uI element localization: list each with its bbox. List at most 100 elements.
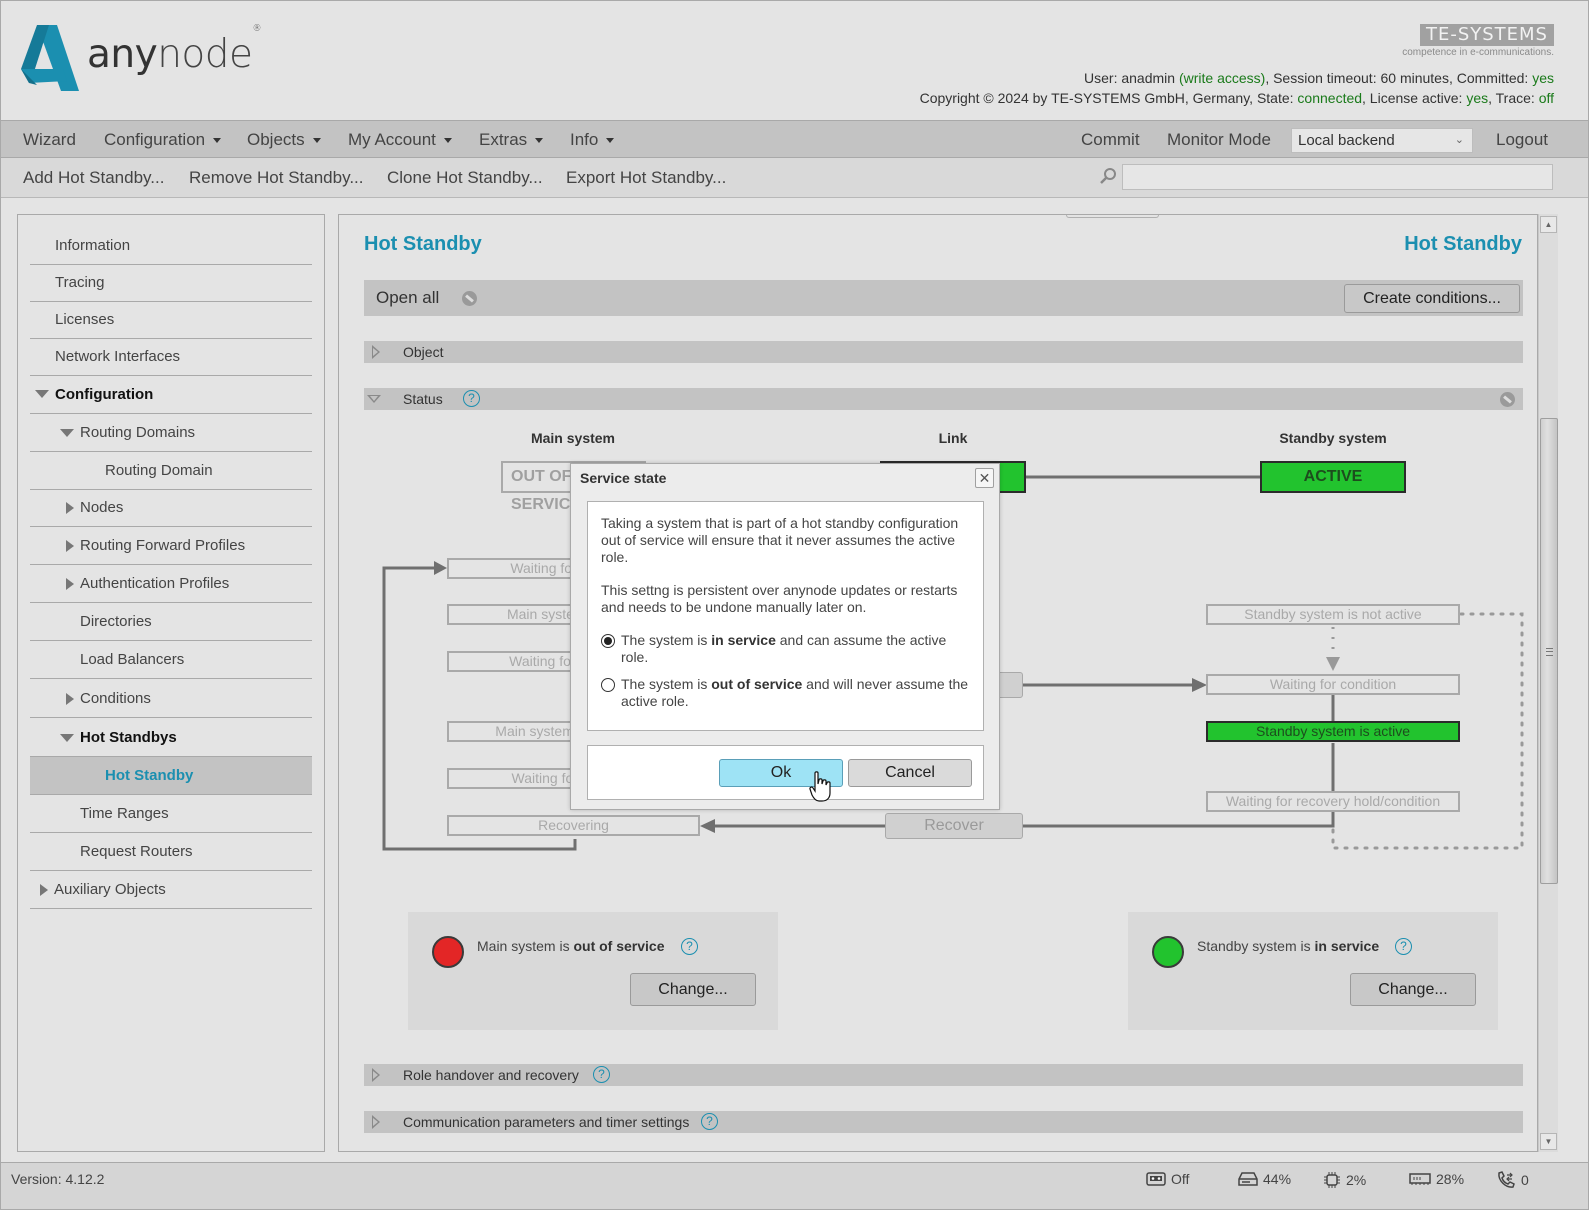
sidebar-item-hot-standbys[interactable]: Hot Standbys [30, 719, 312, 757]
add-hot-standby-button[interactable]: Add Hot Standby... [23, 168, 164, 188]
sidebar-item-information[interactable]: Information [30, 227, 312, 265]
sidebar-item-network-interfaces[interactable]: Network Interfaces [30, 338, 312, 376]
phone-calls-icon [1498, 1171, 1515, 1188]
disk-usage: 44% [1238, 1171, 1291, 1187]
recover-button: Recover [885, 813, 1023, 839]
menu-wizard[interactable]: Wizard [23, 130, 76, 150]
commit-button[interactable]: Commit [1081, 130, 1140, 150]
dialog-title: Service state [580, 470, 667, 486]
arrow-head [1326, 657, 1340, 671]
anynode-logo: anynode® [19, 24, 262, 91]
cpu-icon [1324, 1172, 1340, 1188]
standby-state-active: Standby system is active [1206, 721, 1460, 742]
scroll-thumb[interactable] [1540, 418, 1558, 884]
te-systems-logo: TE-SYSTEMS competence in e-communication… [1402, 24, 1554, 58]
backend-select[interactable]: Local backend ⌄ [1291, 128, 1473, 153]
section-communication-parameters[interactable]: Communication parameters and timer setti… [364, 1111, 1523, 1133]
sidebar-item-configuration[interactable]: Configuration [30, 375, 312, 414]
link-heading: Link [938, 430, 968, 446]
sidebar-item-tracing[interactable]: Tracing [30, 264, 312, 302]
sidebar-item-licenses[interactable]: Licenses [30, 301, 312, 339]
status-bar: Version: 4.12.2 Off 44% 2% 28% 0 [1, 1162, 1588, 1209]
main-service-status: Main system is out of service [477, 938, 665, 954]
standby-service-status: Standby system is in service [1197, 938, 1380, 954]
arrow-head [434, 561, 447, 575]
app-header: anynode® TE-SYSTEMS competence in e-comm… [1, 1, 1588, 120]
main-service-panel: Main system is out of service ? Change..… [408, 912, 778, 1030]
collapsed-icon [372, 1068, 380, 1082]
menu-my-account[interactable]: My Account [348, 130, 452, 150]
collapsed-icon [66, 577, 74, 590]
menu-objects[interactable]: Objects [247, 130, 321, 150]
caret-down-icon [535, 138, 544, 144]
standby-system-state: ACTIVE [1260, 461, 1406, 493]
menu-configuration[interactable]: Configuration [104, 130, 222, 150]
caret-down-icon [312, 138, 321, 144]
remove-hot-standby-button[interactable]: Remove Hot Standby... [189, 168, 364, 188]
close-icon[interactable]: ✕ [975, 468, 994, 488]
sidebar-item-routing-forward-profiles[interactable]: Routing Forward Profiles [30, 527, 312, 565]
trace-status[interactable]: Off [1146, 1171, 1189, 1187]
caret-down-icon [606, 138, 615, 144]
clone-hot-standby-button[interactable]: Clone Hot Standby... [387, 168, 543, 188]
scroll-down-button[interactable]: ▼ [1540, 1133, 1557, 1150]
status-dot-green [1152, 936, 1184, 968]
caret-down-icon [213, 138, 222, 144]
sidebar-item-hot-standby[interactable]: Hot Standby [30, 757, 312, 795]
expanded-icon [60, 428, 74, 437]
sidebar-item-nodes[interactable]: Nodes [30, 489, 312, 527]
tape-icon [1146, 1172, 1166, 1186]
cancel-button[interactable]: Cancel [848, 759, 972, 787]
navigation-tree: Information Tracing Licenses Network Int… [17, 214, 325, 1152]
menu-extras[interactable]: Extras [479, 130, 544, 150]
standby-state-waiting-condition: Waiting for condition [1206, 674, 1460, 695]
version-info: Version: 4.12.2 [11, 1171, 105, 1187]
memory-usage: 28% [1409, 1171, 1464, 1187]
session-info: User: anadmin (write access), Session ti… [1084, 70, 1554, 86]
ok-button[interactable]: Ok [719, 759, 843, 787]
expanded-icon [60, 733, 74, 742]
sidebar-item-routing-domain[interactable]: Routing Domain [30, 452, 312, 490]
help-icon[interactable]: ? [1395, 938, 1412, 955]
sidebar-item-request-routers[interactable]: Request Routers [30, 833, 312, 871]
memory-icon [1409, 1173, 1431, 1185]
option-out-of-service[interactable]: The system is out of service and will ne… [601, 676, 970, 710]
change-main-service-button[interactable]: Change... [630, 973, 756, 1006]
help-icon[interactable]: ? [701, 1113, 718, 1130]
service-state-dialog: Service state ✕ Taking a system that is … [570, 463, 1000, 810]
scroll-up-button[interactable]: ▲ [1540, 216, 1557, 233]
option-in-service[interactable]: The system is in service and can assume … [601, 632, 970, 666]
help-icon[interactable]: ? [593, 1066, 610, 1083]
sidebar-item-authentication-profiles[interactable]: Authentication Profiles [30, 565, 312, 603]
sidebar-item-directories[interactable]: Directories [30, 603, 312, 641]
recover-line [1022, 812, 1335, 828]
dialog-description: Taking a system that is part of a hot st… [601, 515, 959, 565]
collapsed-icon [372, 1115, 380, 1129]
content-scrollbar[interactable]: ▲ ▼ [1538, 214, 1558, 1152]
section-role-handover[interactable]: Role handover and recovery ? [364, 1064, 1523, 1086]
standby-state-waiting-recovery: Waiting for recovery hold/condition [1206, 791, 1460, 812]
change-standby-service-button[interactable]: Change... [1350, 973, 1476, 1006]
standby-state-not-active: Standby system is not active [1206, 604, 1460, 625]
collapsed-icon [40, 883, 48, 896]
logout-button[interactable]: Logout [1496, 130, 1548, 150]
radio-in-service[interactable] [601, 634, 615, 648]
main-system-heading: Main system [530, 430, 616, 446]
menu-info[interactable]: Info [570, 130, 615, 150]
monitor-mode-button[interactable]: Monitor Mode [1167, 130, 1271, 150]
collapsed-icon [66, 539, 74, 552]
expanded-icon [35, 390, 49, 398]
search-input[interactable] [1122, 164, 1553, 190]
arrow-head [1192, 678, 1207, 692]
export-hot-standby-button[interactable]: Export Hot Standby... [566, 168, 726, 188]
sidebar-item-routing-domains[interactable]: Routing Domains [30, 414, 312, 452]
help-icon[interactable]: ? [681, 938, 698, 955]
sidebar-item-time-ranges[interactable]: Time Ranges [30, 795, 312, 833]
disk-icon [1238, 1172, 1258, 1186]
sidebar-item-conditions[interactable]: Conditions [30, 680, 312, 718]
sidebar-item-load-balancers[interactable]: Load Balancers [30, 641, 312, 679]
main-state-recovering: Recovering [447, 815, 700, 836]
radio-out-of-service[interactable] [601, 678, 615, 692]
dialog-body: Taking a system that is part of a hot st… [587, 501, 984, 731]
sidebar-item-auxiliary-objects[interactable]: Auxiliary Objects [30, 871, 312, 909]
